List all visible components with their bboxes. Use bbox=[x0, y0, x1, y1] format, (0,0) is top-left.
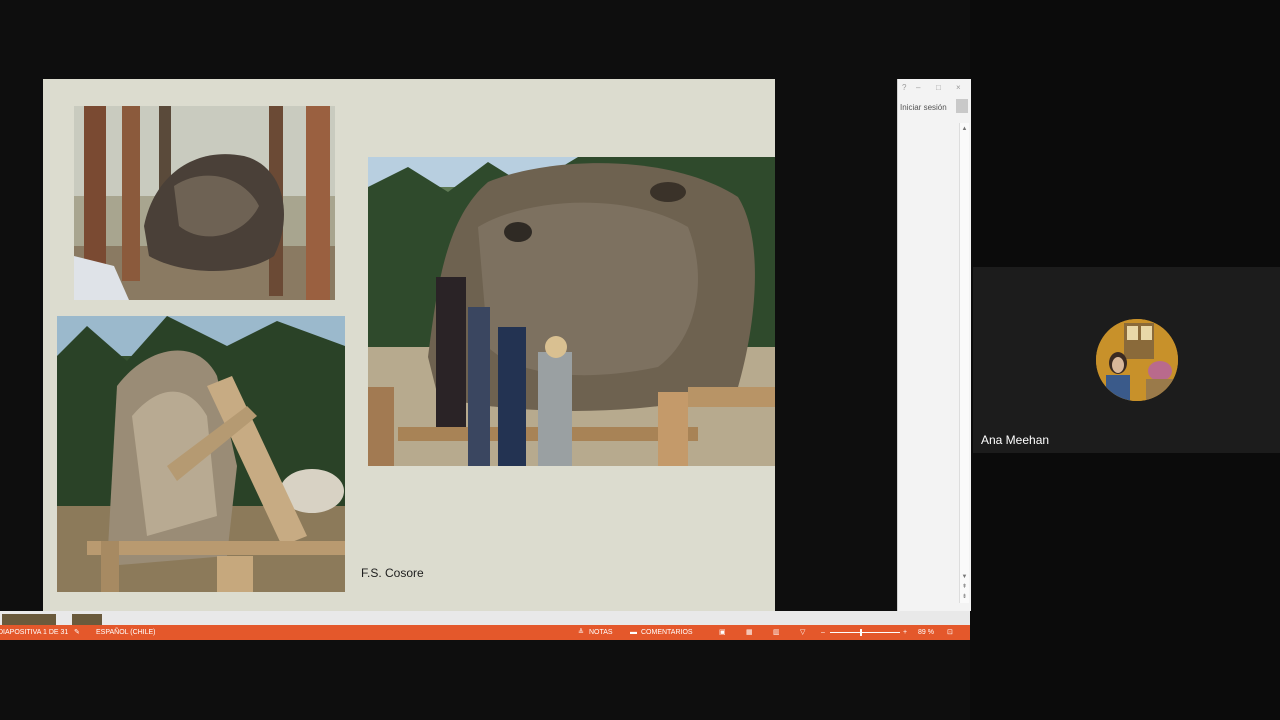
vertical-scrollbar[interactable]: ▲ ▼ ⇞ ⇟ bbox=[959, 123, 969, 603]
minimize-button[interactable]: – bbox=[916, 83, 920, 92]
spellcheck-icon[interactable]: ✎ bbox=[74, 625, 80, 640]
zoom-out-icon[interactable]: – bbox=[821, 625, 825, 640]
help-button[interactable]: ? bbox=[902, 83, 906, 92]
reading-view-icon[interactable]: ▥ bbox=[773, 625, 780, 640]
zoom-slider[interactable] bbox=[830, 632, 900, 633]
normal-view-icon[interactable]: ▣ bbox=[719, 625, 726, 640]
slideshow-icon[interactable]: ▽ bbox=[800, 625, 805, 640]
account-avatar-icon[interactable] bbox=[956, 99, 968, 113]
zoom-level[interactable]: 89 % bbox=[918, 625, 934, 640]
shared-screen: F.S. Cosore ? – □ × Iniciar sesión ▲ ▼ ⇞… bbox=[0, 0, 971, 720]
slide-thumbnail[interactable] bbox=[2, 614, 56, 625]
slide-thumbnail[interactable] bbox=[72, 614, 102, 625]
zoom-slider-thumb[interactable] bbox=[860, 629, 862, 636]
maximize-button[interactable]: □ bbox=[936, 83, 941, 92]
sequoia-log-with-visitors-photo bbox=[368, 157, 775, 466]
comments-icon[interactable]: ▬ bbox=[630, 625, 637, 640]
scroll-down-icon[interactable]: ▼ bbox=[961, 573, 968, 581]
notes-icon[interactable]: ≜ bbox=[578, 625, 584, 640]
sequoia-log-with-supports-photo bbox=[57, 316, 345, 592]
close-button[interactable]: × bbox=[956, 83, 961, 92]
participant-name: Ana Meehan bbox=[981, 433, 1050, 447]
fit-to-window-icon[interactable]: ⊡ bbox=[947, 625, 953, 640]
slide-sorter-icon[interactable]: ▦ bbox=[746, 625, 753, 640]
participant-video-tile[interactable]: Ana Meehan bbox=[973, 267, 1280, 453]
comments-button[interactable]: COMENTARIOS bbox=[641, 625, 693, 640]
zoom-in-icon[interactable]: + bbox=[903, 625, 907, 640]
previous-slide-icon[interactable]: ⇞ bbox=[961, 583, 968, 591]
scroll-up-icon[interactable]: ▲ bbox=[961, 125, 968, 133]
presentation-slide: F.S. Cosore bbox=[43, 79, 775, 611]
fallen-sequoia-roots-photo bbox=[74, 106, 335, 300]
next-slide-icon[interactable]: ⇟ bbox=[961, 593, 968, 601]
app-side-pane: ? – □ × Iniciar sesión ▲ ▼ ⇞ ⇟ bbox=[897, 79, 971, 611]
status-bar: DIAPOSITIVA 1 DE 31 ✎ ESPAÑOL (CHILE) ≜ … bbox=[0, 625, 970, 640]
slide-thumbnail-strip bbox=[0, 611, 970, 625]
notes-button[interactable]: NOTAS bbox=[589, 625, 613, 640]
signin-link[interactable]: Iniciar sesión bbox=[900, 103, 947, 112]
language-indicator[interactable]: ESPAÑOL (CHILE) bbox=[96, 625, 156, 640]
slide-counter: DIAPOSITIVA 1 DE 31 bbox=[0, 629, 69, 636]
participant-avatar bbox=[1096, 319, 1178, 401]
slide-caption: F.S. Cosore bbox=[361, 566, 424, 580]
